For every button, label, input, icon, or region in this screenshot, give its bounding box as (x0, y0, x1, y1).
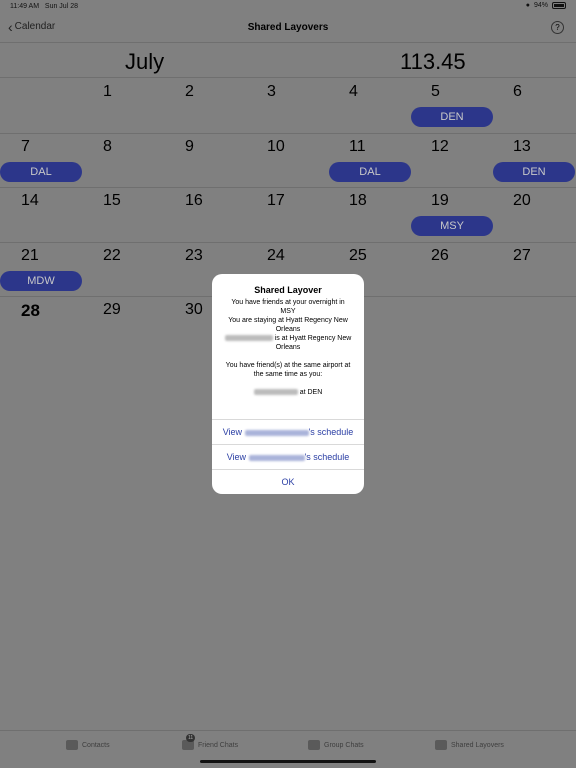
month-value: 113.45 (400, 49, 466, 74)
battery-percent: 94% (533, 2, 548, 9)
day-13[interactable]: 13 (513, 138, 531, 156)
day-22[interactable]: 22 (103, 247, 121, 265)
layover-tag-msy[interactable]: MSY (411, 216, 493, 236)
week-row-1: 1 2 3 4 5 DEN 6 (0, 79, 576, 134)
day-9[interactable]: 9 (185, 138, 194, 156)
layover-tag-den[interactable]: DEN (411, 107, 493, 127)
redacted-name (248, 454, 305, 461)
contacts-icon (66, 740, 78, 750)
day-15[interactable]: 15 (103, 192, 121, 210)
redacted-name (224, 335, 273, 342)
day-8[interactable]: 8 (103, 138, 112, 156)
shared-layover-alert: Shared Layover You have friends at your … (212, 274, 364, 494)
day-6[interactable]: 6 (513, 83, 522, 101)
unread-badge: 11 (186, 734, 196, 742)
day-28-today[interactable]: 28 (21, 301, 40, 321)
layover-tag-dal[interactable]: DAL (329, 161, 411, 182)
alert-line-same-airport: You have friend(s) at the same airport a… (225, 362, 351, 378)
week-row-2: 7 DAL 8 9 10 11 DAL 12 13 DEN (0, 134, 576, 188)
alert-line-friend-airport: at DEN (224, 388, 352, 397)
month-name: July (125, 49, 165, 74)
wifi-icon: ● (525, 2, 530, 9)
status-right: ● 94% (526, 2, 566, 9)
day-29[interactable]: 29 (103, 301, 121, 319)
day-21[interactable]: 21 (21, 247, 39, 265)
day-3[interactable]: 3 (267, 83, 276, 101)
day-20[interactable]: 20 (513, 192, 531, 210)
day-7[interactable]: 7 (21, 138, 30, 156)
battery-icon (552, 2, 566, 9)
people-icon (435, 740, 447, 750)
home-indicator (200, 760, 376, 763)
alert-line-hotel: You are staying at Hyatt Regency New Orl… (228, 317, 348, 333)
tab-group-chats[interactable]: Group Chats (308, 740, 364, 750)
group-icon (308, 740, 320, 750)
alert-line-friend-hotel: is at Hyatt Regency New Orleans (224, 334, 352, 352)
day-27[interactable]: 27 (513, 247, 531, 265)
day-5[interactable]: 5 (431, 83, 440, 101)
alert-message: You have friends at your overnight in MS… (212, 295, 364, 397)
day-2[interactable]: 2 (185, 83, 194, 101)
day-4[interactable]: 4 (349, 83, 358, 101)
layover-tag-den[interactable]: DEN (493, 161, 575, 182)
day-19[interactable]: 19 (431, 192, 449, 210)
layover-tag-mdw[interactable]: MDW (0, 270, 82, 291)
redacted-name (244, 429, 309, 436)
day-25[interactable]: 25 (349, 247, 367, 265)
day-1[interactable]: 1 (103, 83, 112, 101)
day-12[interactable]: 12 (431, 138, 449, 156)
tab-contacts[interactable]: Contacts (66, 740, 110, 750)
month-header: July 113.45 (0, 42, 576, 78)
alert-title: Shared Layover (254, 285, 322, 295)
navigation-bar: ‹ Calendar Shared Layovers ? (0, 14, 576, 42)
tab-label: Group Chats (324, 741, 364, 749)
tab-label: Friend Chats (198, 741, 239, 749)
day-16[interactable]: 16 (185, 192, 203, 210)
tab-friend-chats[interactable]: 11 Friend Chats (182, 734, 239, 750)
tab-label: Contacts (82, 741, 110, 749)
day-18[interactable]: 18 (349, 192, 367, 210)
day-10[interactable]: 10 (267, 138, 285, 156)
day-30[interactable]: 30 (185, 301, 203, 319)
view-friend-schedule-button-2[interactable]: View 's schedule (212, 444, 364, 469)
ok-button[interactable]: OK (212, 469, 364, 494)
tab-label: Shared Layovers (451, 741, 504, 749)
day-11[interactable]: 11 (349, 138, 366, 156)
status-time: 11:49 AM Sun Jul 28 (10, 3, 78, 10)
day-17[interactable]: 17 (267, 192, 285, 210)
redacted-name (253, 389, 298, 396)
chat-bubble-icon: 11 (182, 734, 196, 750)
page-title: Shared Layovers (247, 22, 329, 33)
layover-tag-dal[interactable]: DAL (0, 161, 82, 182)
help-icon[interactable]: ? (551, 21, 564, 34)
day-24[interactable]: 24 (267, 247, 285, 265)
status-bar: 11:49 AM Sun Jul 28 ● 94% (0, 0, 576, 14)
day-23[interactable]: 23 (185, 247, 203, 265)
view-friend-schedule-button-1[interactable]: View 's schedule (212, 419, 364, 444)
tab-shared-layovers[interactable]: Shared Layovers (435, 740, 504, 750)
day-26[interactable]: 26 (431, 247, 449, 265)
alert-line-overnight: You have friends at your overnight in MS… (231, 299, 345, 315)
week-row-3: 14 15 16 17 18 19 MSY 20 (0, 188, 576, 243)
day-14[interactable]: 14 (21, 192, 39, 210)
